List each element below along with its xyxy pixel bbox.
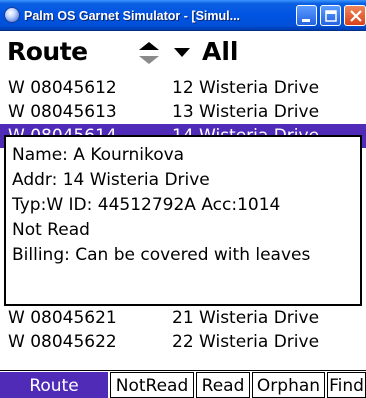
list-item[interactable]: W 08045613 13 Wisteria Drive <box>0 100 366 124</box>
dropdown-arrow-icon <box>174 48 190 57</box>
tab-find[interactable]: Find <box>327 372 366 398</box>
tab-read[interactable]: Read <box>196 372 250 398</box>
list-item[interactable]: W 08045621 21 Wisteria Drive <box>0 306 366 330</box>
detail-billing: Billing: Can be covered with leaves <box>12 245 311 265</box>
palm-app-icon <box>4 7 20 23</box>
filter-value: All <box>202 37 239 66</box>
maximize-button[interactable] <box>320 5 341 26</box>
tab-route[interactable]: Route <box>0 372 108 398</box>
detail-status: Not Read <box>12 220 90 240</box>
detail-address: Addr: 14 Wisteria Drive <box>12 170 210 190</box>
address: 12 Wisteria Drive <box>172 78 320 98</box>
close-button[interactable] <box>344 5 366 26</box>
tab-orphan[interactable]: Orphan <box>252 372 325 398</box>
detail-type-id: Typ:W ID: 44512792A Acc:1014 <box>12 195 281 215</box>
meter-id: W 08045622 <box>8 332 117 352</box>
bottom-tab-bar: Route NotRead Read Orphan Find <box>0 370 366 398</box>
meter-id: W 08045612 <box>8 78 117 98</box>
address: 21 Wisteria Drive <box>172 308 320 328</box>
form-title: Route <box>7 37 88 66</box>
maximize-icon <box>325 10 337 22</box>
list-item[interactable]: W 08045622 22 Wisteria Drive <box>0 330 366 354</box>
filter-dropdown[interactable]: All <box>174 35 254 69</box>
minimize-button[interactable] <box>296 5 317 26</box>
address: 22 Wisteria Drive <box>172 332 320 352</box>
window-titlebar[interactable]: Palm OS Garnet Simulator - [Simul... <box>0 0 366 31</box>
meter-id: W 08045621 <box>8 308 117 328</box>
close-icon <box>350 10 362 22</box>
meter-id: W 08045613 <box>8 102 117 122</box>
details-popup[interactable]: Name: A Kournikova Addr: 14 Wisteria Dri… <box>4 135 362 306</box>
window-title: Palm OS Garnet Simulator - [Simul... <box>24 9 241 23</box>
tab-notread[interactable]: NotRead <box>110 372 194 398</box>
address: 13 Wisteria Drive <box>172 102 320 122</box>
detail-name: Name: A Kournikova <box>12 145 185 165</box>
minimize-icon <box>302 19 310 22</box>
list-item[interactable]: W 08045612 12 Wisteria Drive <box>0 76 366 100</box>
scroll-up-down-icon[interactable] <box>138 41 160 65</box>
